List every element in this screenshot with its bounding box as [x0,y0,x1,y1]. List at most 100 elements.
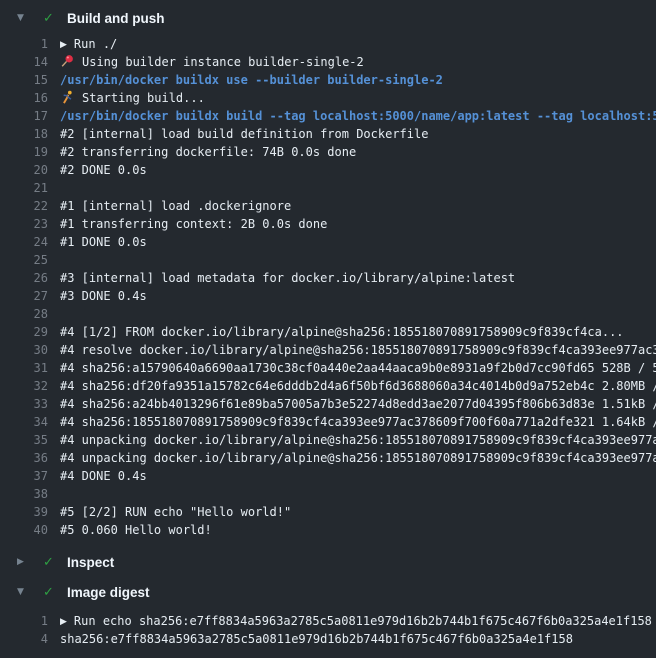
log-text: #4 unpacking docker.io/library/alpine@sh… [60,449,656,467]
log-text: #5 [2/2] RUN echo "Hello world!" [60,503,291,521]
log-line: 37 #4 DONE 0.4s [0,467,656,485]
expand-run-icon[interactable]: ▶ [60,613,67,630]
step-log-body: 1 ▶Run ./ 14 Using builder instance builder… [0,35,656,539]
log-text: #4 [1/2] FROM docker.io/library/alpine@s… [60,323,624,341]
line-number-link[interactable]: 21 [0,179,48,197]
line-number-link[interactable]: 1 [0,612,48,630]
line-number-link[interactable]: 14 [0,53,48,71]
log-text: #3 [internal] load metadata for docker.i… [60,269,515,287]
step-title: Inspect [67,555,114,570]
log-line: 31 #4 sha256:a15790640a6690aa1730c38cf0a4… [0,359,656,377]
log-line: 26 #3 [internal] load metadata for docker… [0,269,656,287]
log-text: #4 DONE 0.4s [60,467,147,485]
log-line: 17/usr/bin/docker buildx build --tag loc… [0,107,656,125]
step-header-inspect[interactable]: ▶✓Inspect [0,551,656,573]
log-line: 4 sha256:e7ff8834a5963a2785c5a0811e979d16… [0,630,656,648]
log-text: #4 sha256:a15790640a6690aa1730c38cf0a440… [60,359,656,377]
line-number-link[interactable]: 27 [0,287,48,305]
log-text: #4 resolve docker.io/library/alpine@sha2… [60,341,656,359]
chevron-down-icon: ▼ [17,588,27,597]
line-number-link[interactable]: 15 [0,71,48,89]
expand-run-icon[interactable]: ▶ [60,36,67,53]
step-header-image-digest[interactable]: ▼ ✓ Image digest [0,581,656,603]
log-text: #4 sha256:df20fa9351a15782c64e6dddb2d4a6… [60,377,656,395]
step-log-body: 1 ▶Run echo sha256:e7ff8834a5963a2785c5a0… [0,612,656,648]
line-number-link[interactable]: 29 [0,323,48,341]
line-number-link[interactable]: 26 [0,269,48,287]
log-text: #4 unpacking docker.io/library/alpine@sh… [60,431,656,449]
line-number-link[interactable]: 30 [0,341,48,359]
line-number-link[interactable]: 22 [0,197,48,215]
log-text: #2 transferring dockerfile: 74B 0.0s don… [60,143,356,161]
log-line: 22 #1 [internal] load .dockerignore [0,197,656,215]
log-text: ▶Run echo sha256:e7ff8834a5963a2785c5a08… [60,612,652,630]
line-number-link[interactable]: 20 [0,161,48,179]
log-text: #2 [internal] load build definition from… [60,125,428,143]
log-line: 21 [0,179,656,197]
line-number-link[interactable]: 1 [0,35,48,53]
step-section-image-digest: ▼ ✓ Image digest 1 ▶Run echo sha256:e7ff8834… [0,581,656,648]
log-line: 25 [0,251,656,269]
log-text: #1 [internal] load .dockerignore [60,197,291,215]
log-line: 20 #2 DONE 0.0s [0,161,656,179]
log-line: 24 #1 DONE 0.0s [0,233,656,251]
log-line: 36 #4 unpacking docker.io/library/alpine@… [0,449,656,467]
line-number-link[interactable]: 24 [0,233,48,251]
log-line: 39 #5 [2/2] RUN echo "Hello world!" [0,503,656,521]
command-log-text: /usr/bin/docker buildx build --tag local… [60,107,656,125]
log-line: 18 #2 [internal] load build definition fr… [0,125,656,143]
line-number-link[interactable]: 25 [0,251,48,269]
step-section-build-and-push: ▼✓Build and push1▶Run ./14Using builder … [0,7,656,539]
log-line: 32 #4 sha256:df20fa9351a15782c64e6dddb2d4… [0,377,656,395]
line-number-link[interactable]: 37 [0,467,48,485]
log-text: sha256:e7ff8834a5963a2785c5a0811e979d16b… [60,630,573,648]
log-text: #4 sha256:a24bb4013296f61e89ba57005a7b3e… [60,395,656,413]
step-section-inspect: ▶✓Inspect [0,551,656,573]
pushpin-icon [60,54,74,68]
log-text: Using builder instance builder-single-2 [60,53,364,71]
success-check-icon: ✓ [43,12,57,25]
runner-icon [60,90,74,104]
log-text: ▶Run ./ [60,35,117,53]
workflow-log: ▼✓Build and push1▶Run ./14Using builder … [0,0,656,648]
line-number-link[interactable]: 36 [0,449,48,467]
log-text: #1 DONE 0.0s [60,233,147,251]
step-title: Image digest [67,585,150,600]
line-number-link[interactable]: 40 [0,521,48,539]
command-log-text: /usr/bin/docker buildx use --builder bui… [60,71,443,89]
line-number-link[interactable]: 28 [0,305,48,323]
log-text: #3 DONE 0.4s [60,287,147,305]
line-number-link[interactable]: 31 [0,359,48,377]
log-line: 1 ▶Run echo sha256:e7ff8834a5963a2785c5a0… [0,612,656,630]
line-number-link[interactable]: 23 [0,215,48,233]
line-number-link[interactable]: 16 [0,89,48,107]
line-number-link[interactable]: 33 [0,395,48,413]
log-line: 1 ▶Run ./ [0,35,656,53]
log-line: 34#4 sha256:185518070891758909c9f839cf4c… [0,413,656,431]
line-number-link[interactable]: 4 [0,630,48,648]
line-number-link[interactable]: 32 [0,377,48,395]
log-line: 14 Using builder instance builder-single-… [0,53,656,71]
line-number-link[interactable]: 38 [0,485,48,503]
log-text: #2 DONE 0.0s [60,161,147,179]
log-line: 15/usr/bin/docker buildx use --builder b… [0,71,656,89]
chevron-down-icon: ▼ [17,14,27,23]
log-text: Starting build... [60,89,205,107]
line-number-link[interactable]: 34 [0,413,48,431]
line-number-link[interactable]: 18 [0,125,48,143]
log-line: 28 [0,305,656,323]
log-line: 35 #4 unpacking docker.io/library/alpine@… [0,431,656,449]
log-line: 27 #3 DONE 0.4s [0,287,656,305]
log-line: 30 #4 resolve docker.io/library/alpine@sh… [0,341,656,359]
line-number-link[interactable]: 19 [0,143,48,161]
step-header-build-and-push[interactable]: ▼✓Build and push [0,7,656,29]
line-number-link[interactable]: 35 [0,431,48,449]
line-number-link[interactable]: 39 [0,503,48,521]
success-check-icon: ✓ [43,586,57,599]
log-line: 19 #2 transferring dockerfile: 74B 0.0s d… [0,143,656,161]
line-number-link[interactable]: 17 [0,107,48,125]
success-check-icon: ✓ [43,556,57,569]
log-text: #5 0.060 Hello world! [60,521,212,539]
log-line: 40 #5 0.060 Hello world! [0,521,656,539]
log-line: 29 #4 [1/2] FROM docker.io/library/alpine… [0,323,656,341]
